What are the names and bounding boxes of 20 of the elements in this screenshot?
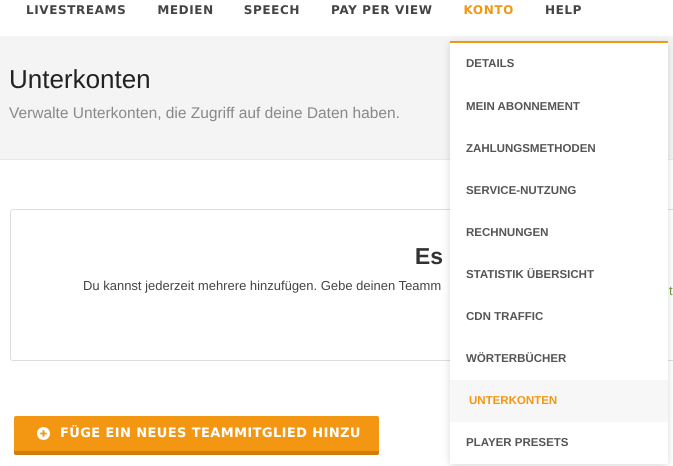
menu-item[interactable]: CDN TRAFFIC xyxy=(450,296,668,338)
nav-tab[interactable]: SPEECH xyxy=(244,3,300,17)
menu-item[interactable]: MEIN ABONNEMENT xyxy=(450,86,668,128)
menu-item[interactable]: STATISTIK ÜBERSICHT xyxy=(450,254,668,296)
menu-item[interactable]: WÖRTERBÜCHER xyxy=(450,338,668,380)
nav-tab[interactable]: PAY PER VIEW xyxy=(331,3,433,17)
text-fragment: t xyxy=(669,283,673,298)
page-title: Unterkonten xyxy=(9,64,151,95)
empty-state-heading: Es xyxy=(414,243,443,270)
menu-item[interactable]: DETAILS xyxy=(450,43,668,86)
plus-circle-icon xyxy=(37,427,50,440)
menu-item[interactable]: PLAYER PRESETS xyxy=(450,422,668,464)
menu-item[interactable]: ZAHLUNGSMETHODEN xyxy=(450,128,668,170)
nav-tab[interactable]: LIVESTREAMS xyxy=(26,3,126,17)
empty-state-text: Du kannst jederzeit mehrere hinzufügen. Gebe deinen Teamm xyxy=(83,278,442,293)
nav-tab[interactable]: MEDIEN xyxy=(157,3,214,17)
menu-item[interactable]: RECHNUNGEN xyxy=(450,212,668,254)
page-subtitle: Verwalte Unterkonten, die Zugriff auf deine Daten haben. xyxy=(9,105,400,123)
menu-item[interactable]: SERVICE-NUTZUNG xyxy=(450,170,668,212)
nav-tab[interactable]: HELP xyxy=(544,3,582,17)
